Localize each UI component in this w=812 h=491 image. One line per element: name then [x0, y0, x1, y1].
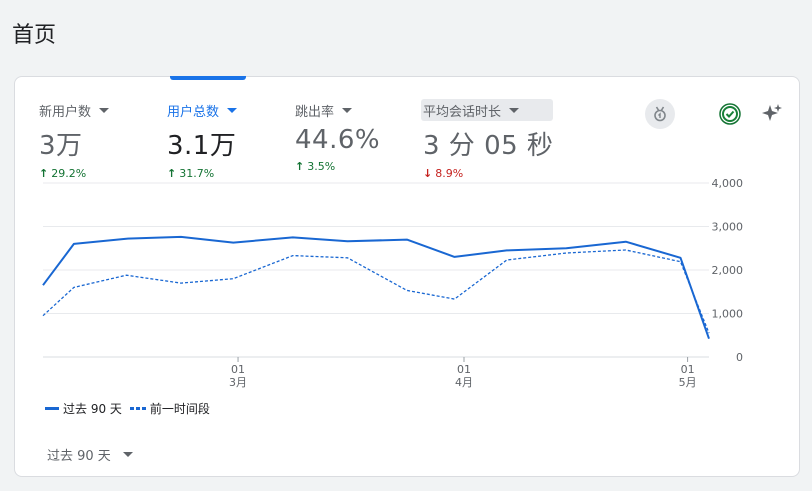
legend-solid-swatch — [45, 407, 59, 410]
x-tick-month-label: 4月 — [455, 376, 473, 389]
y-tick-label: 4,000 — [712, 177, 744, 190]
series-line-current — [42, 235, 710, 340]
line-chart: 4,0003,0002,0001,0000013月014月015月 — [42, 177, 744, 389]
y-tick-label: 3,000 — [712, 221, 744, 234]
y-tick-label: 0 — [736, 351, 743, 364]
x-tick-day-label: 01 — [457, 363, 471, 376]
caret-down-icon — [122, 452, 133, 457]
date-range-label: 过去 90 天 — [47, 449, 111, 464]
legend-item-current: 过去 90 天 — [45, 400, 122, 417]
chart-legend: 过去 90 天 前一时间段 — [45, 400, 218, 417]
x-tick-month-label: 5月 — [679, 376, 697, 389]
legend-dashed-swatch — [129, 407, 146, 410]
legend-item-previous: 前一时间段 — [129, 400, 210, 417]
legend-label: 过去 90 天 — [63, 402, 122, 416]
x-tick-month-label: 3月 — [229, 376, 247, 389]
date-range-dropdown[interactable]: 过去 90 天 — [47, 445, 133, 464]
summary-card: 新用户数 3万 ↑ 29.2% 用户总数 3.1万 ↑ 31.7% 跳出率 44… — [14, 76, 800, 477]
y-tick-label: 1,000 — [712, 308, 744, 321]
x-tick-day-label: 01 — [681, 363, 695, 376]
y-tick-label: 2,000 — [712, 264, 744, 277]
page-title: 首页 — [12, 23, 57, 48]
legend-label: 前一时间段 — [149, 402, 210, 416]
x-tick-day-label: 01 — [231, 363, 245, 376]
series-line-previous — [42, 249, 710, 334]
